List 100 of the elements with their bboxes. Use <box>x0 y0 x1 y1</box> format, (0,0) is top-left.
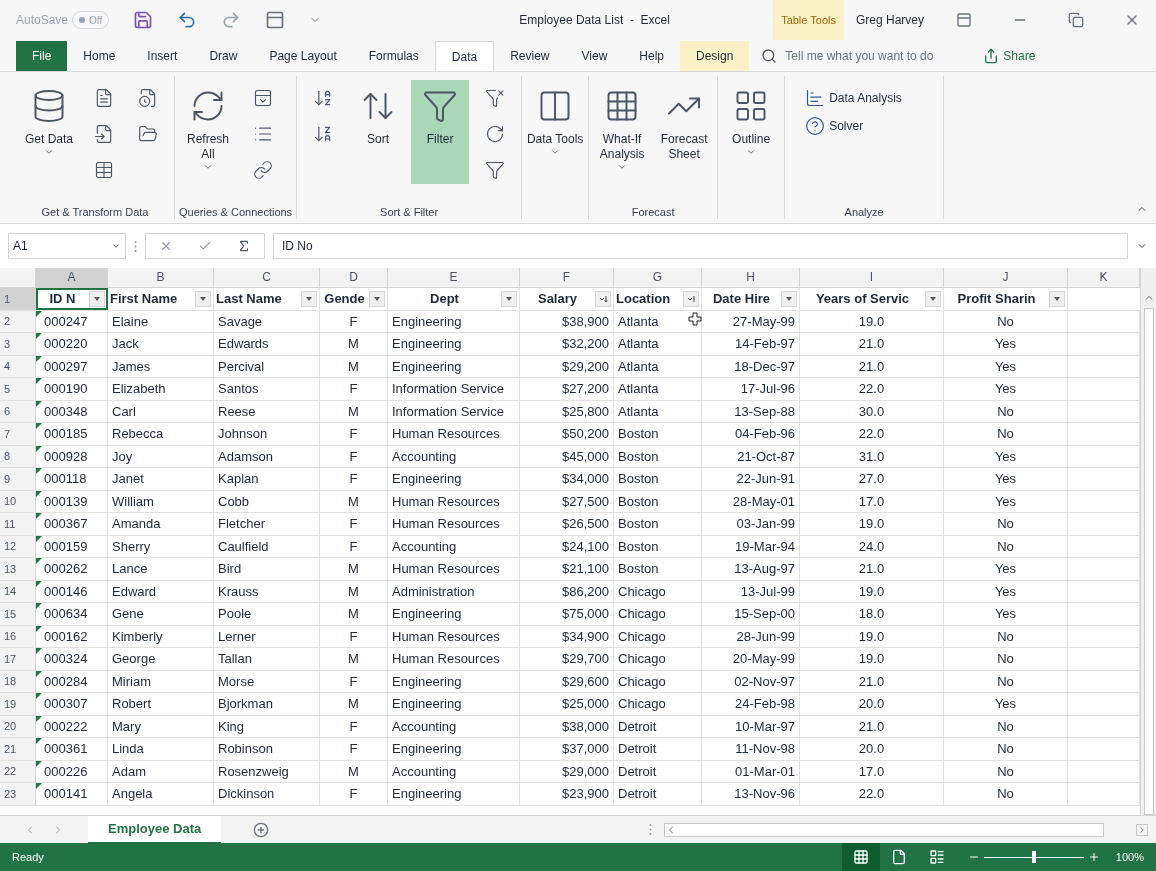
table-cell-text: Engineering <box>392 335 462 353</box>
name-box[interactable]: A1 <box>8 233 126 259</box>
new-sheet-icon[interactable] <box>253 821 270 838</box>
column-letter[interactable]: G <box>614 268 702 287</box>
table-cell-text: Engineering <box>392 672 462 691</box>
table-cell-text: 28-Jun-99 <box>736 627 795 646</box>
table-cell-text: 000297 <box>43 357 88 376</box>
row-number[interactable]: 21 <box>0 738 36 760</box>
zoom-percent[interactable]: 100% <box>1115 848 1144 866</box>
row-number[interactable]: 15 <box>0 603 36 625</box>
row-number[interactable]: 11 <box>0 513 36 535</box>
row-number[interactable]: 5 <box>0 378 36 400</box>
zoom-slider[interactable] <box>983 850 1084 864</box>
row-number[interactable]: 9 <box>0 468 36 490</box>
filter-dropdown-button[interactable] <box>501 290 517 307</box>
row-number[interactable]: 1 <box>0 288 36 310</box>
row-number[interactable]: 18 <box>0 670 36 692</box>
row-number[interactable]: 10 <box>0 490 36 512</box>
column-letter[interactable]: E <box>388 268 520 287</box>
ribbon-button[interactable]: Forecast Sheet <box>655 80 714 184</box>
row-number[interactable]: 16 <box>0 625 36 647</box>
table-cell-text: 10-Mar-97 <box>735 717 795 736</box>
row-number[interactable]: 8 <box>0 445 36 467</box>
row-number[interactable]: 4 <box>0 355 36 377</box>
row-number[interactable]: 14 <box>0 580 36 602</box>
table-cell-text: F <box>349 447 358 466</box>
row-number[interactable]: 17 <box>0 648 36 670</box>
row-number[interactable]: 2 <box>0 310 36 332</box>
ribbon-tab[interactable]: Insert <box>131 41 194 71</box>
search-field[interactable]: Tell me what you want to do <box>785 47 976 65</box>
column-letter[interactable]: D <box>320 268 388 287</box>
column-letter[interactable]: A <box>36 268 108 287</box>
column-header: Last Name <box>216 290 282 308</box>
row-number[interactable]: 7 <box>0 423 36 445</box>
filter-dropdown-button[interactable] <box>195 290 211 307</box>
table-cell-text: Accounting <box>392 762 457 781</box>
table-cell-text: Lance <box>112 560 148 578</box>
filter-dropdown-button[interactable] <box>89 290 105 307</box>
ribbon-tab[interactable]: Draw <box>193 41 254 71</box>
ribbon-display-icon[interactable] <box>956 12 972 28</box>
sort-descending-icon <box>598 293 608 304</box>
ribbon-button[interactable]: Filter <box>411 80 470 184</box>
view-button[interactable] <box>841 843 880 871</box>
ribbon-button[interactable]: Data Tools <box>526 80 585 184</box>
table-cell-text: Angela <box>112 785 153 803</box>
ribbon-button[interactable]: Sort <box>349 80 408 184</box>
share-button[interactable]: Share <box>983 41 1036 71</box>
ribbon-tab[interactable]: Design <box>680 41 750 71</box>
filter-dropdown-button[interactable] <box>369 290 385 307</box>
column-letter[interactable]: C <box>214 268 320 287</box>
table-cell-text: Johnson <box>218 425 268 443</box>
row-number[interactable]: 12 <box>0 535 36 557</box>
ribbon-tab[interactable]: Review <box>494 41 566 71</box>
ribbon-button[interactable]: Solver <box>805 112 924 140</box>
ribbon-button[interactable]: Get Data <box>20 80 78 184</box>
ribbon-button[interactable]: What-If Analysis <box>593 80 652 184</box>
vertical-scrollbar[interactable] <box>1140 268 1156 815</box>
zoom-slider-thumb[interactable] <box>1031 851 1036 863</box>
row-number[interactable]: 13 <box>0 558 36 580</box>
table-cell-text: $21,100 <box>562 560 609 578</box>
row-number[interactable]: 6 <box>0 400 36 422</box>
ribbon-tab[interactable]: Page Layout <box>253 41 353 71</box>
column-letter[interactable]: F <box>520 268 614 287</box>
restore-icon[interactable] <box>1068 12 1084 28</box>
filter-dropdown-button[interactable] <box>595 290 611 307</box>
ribbon-tab[interactable]: Data <box>434 41 495 71</box>
filter-dropdown-button[interactable] <box>781 290 797 307</box>
row-number[interactable]: 22 <box>0 760 36 782</box>
ribbon-button[interactable]: Outline <box>722 80 781 184</box>
table-cell-text: $29,700 <box>562 650 609 668</box>
clear-filter-icon <box>485 88 506 108</box>
row-number[interactable]: 3 <box>0 333 36 355</box>
column-letter[interactable]: I <box>800 268 944 287</box>
row-number[interactable]: 20 <box>0 715 36 737</box>
table-cell-text: Yes <box>994 560 1017 578</box>
filter-dropdown-button[interactable] <box>301 290 317 307</box>
table-cell-text: F <box>349 312 358 331</box>
ribbon-tab[interactable]: Home <box>67 41 132 71</box>
filter-dropdown-button[interactable] <box>1049 290 1065 307</box>
ribbon-button[interactable]: Refresh All <box>179 80 237 184</box>
table-cell-text: Tallan <box>218 650 252 668</box>
ribbon-tab[interactable]: File <box>16 41 68 71</box>
form-icon[interactable] <box>265 10 286 30</box>
filter-dropdown-button[interactable] <box>925 290 941 307</box>
formula-field[interactable]: ID No <box>273 233 1128 259</box>
table-cell-text: $27,500 <box>562 492 609 511</box>
horizontal-scrollbar[interactable] <box>664 822 1105 837</box>
table-cell-text: 19.0 <box>858 515 885 533</box>
ribbon-tab[interactable]: Formulas <box>352 41 435 71</box>
zoom-in-icon[interactable] <box>1087 851 1100 863</box>
ribbon-tab[interactable]: View <box>565 41 624 71</box>
sheet-tab[interactable]: Employee Data <box>88 815 222 844</box>
ribbon-button[interactable]: Data Analysis <box>805 84 924 112</box>
column-letter[interactable]: B <box>108 268 214 287</box>
row-number[interactable]: 19 <box>0 693 36 715</box>
save-icon[interactable] <box>133 10 154 30</box>
column-letter[interactable]: H <box>702 268 800 287</box>
column-letter[interactable]: J <box>944 268 1068 287</box>
row-number[interactable]: 23 <box>0 783 36 805</box>
ribbon-tab[interactable]: Help <box>623 41 680 71</box>
